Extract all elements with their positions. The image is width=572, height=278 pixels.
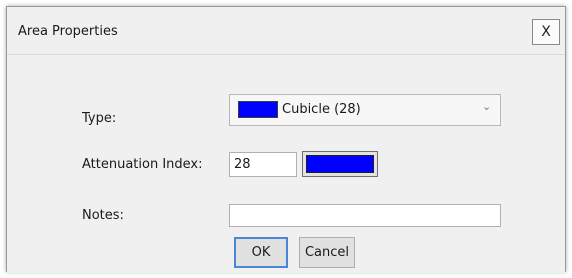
type-select[interactable]: Cubicle (28) ⌄ [229, 94, 501, 126]
dialog-titlebar: Area Properties X [7, 7, 565, 55]
close-button[interactable]: X [532, 19, 560, 45]
chevron-down-icon: ⌄ [482, 100, 492, 113]
ok-button[interactable]: OK [234, 237, 288, 268]
cancel-button[interactable]: Cancel [299, 237, 355, 268]
area-properties-dialog: Area Properties X Type: Cubicle (28) ⌄ A… [6, 6, 566, 273]
type-color-swatch [238, 101, 278, 118]
notes-input[interactable] [229, 204, 501, 227]
dialog-title: Area Properties [18, 24, 118, 39]
attenuation-color-fill [306, 155, 374, 173]
type-selected-value: Cubicle (28) [282, 102, 361, 117]
attenuation-color-button[interactable] [302, 151, 378, 177]
type-label: Type: [82, 111, 117, 126]
notes-label: Notes: [82, 208, 124, 223]
attenuation-index-label: Attenuation Index: [82, 157, 203, 172]
attenuation-index-input[interactable] [229, 152, 297, 177]
dialog-content: Type: Cubicle (28) ⌄ Attenuation Index: … [7, 56, 565, 273]
